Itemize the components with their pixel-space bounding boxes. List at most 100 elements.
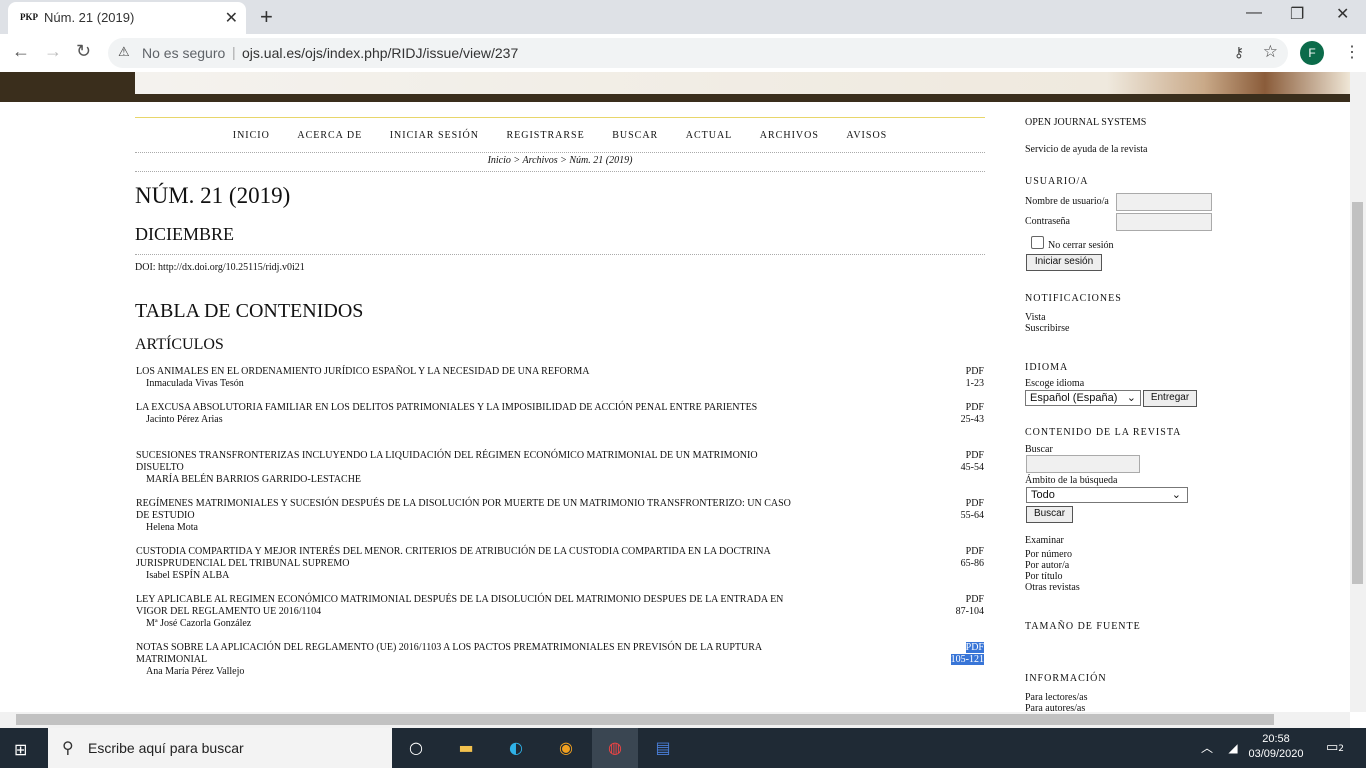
login-button[interactable]: Iniciar sesión bbox=[1026, 254, 1102, 271]
search-icon: ⚲ bbox=[62, 738, 74, 757]
close-window-icon[interactable]: ✕ bbox=[1336, 4, 1349, 24]
address-bar[interactable]: ⚠ No es seguro | ojs.ual.es/ojs/index.ph… bbox=[108, 38, 1288, 68]
new-tab-icon[interactable]: + bbox=[260, 4, 273, 30]
reload-icon[interactable]: ↻ bbox=[76, 41, 91, 62]
menu-item-acerca-de[interactable]: ACERCA DE bbox=[297, 130, 362, 141]
notifications-view-link[interactable]: Vista bbox=[1025, 312, 1046, 323]
pdf-link[interactable]: PDF bbox=[965, 642, 984, 653]
ojs-link[interactable]: OPEN JOURNAL SYSTEMS bbox=[1025, 117, 1146, 128]
article-author: MARÍA BELÉN BARRIOS GARRIDO-LESTACHE bbox=[146, 474, 362, 485]
pdf-link[interactable]: PDF bbox=[966, 366, 984, 378]
article-title[interactable]: Sucesiones transfronterizas incluyendo l… bbox=[136, 450, 796, 474]
windows-start-icon[interactable]: ⊞ bbox=[14, 740, 27, 759]
other-journals-link[interactable]: Otras revistas bbox=[1025, 582, 1080, 593]
browse-by-author-link[interactable]: Por autor/a bbox=[1025, 560, 1069, 571]
menu-item-archivos[interactable]: ARCHIVOS bbox=[760, 130, 819, 141]
menu-kebab-icon[interactable]: ⋮ bbox=[1344, 42, 1360, 62]
article-pages: 45-54 bbox=[960, 462, 984, 473]
menu-item-iniciar-sesion[interactable]: INICIAR SESIÓN bbox=[390, 130, 479, 141]
word-icon[interactable]: ▤ bbox=[650, 736, 676, 760]
article-title[interactable]: Los animales en el ordenamiento jurídico… bbox=[136, 366, 796, 378]
search-label: Buscar bbox=[1025, 444, 1053, 455]
security-label[interactable]: No es seguro bbox=[142, 45, 225, 61]
browse-by-issue-link[interactable]: Por número bbox=[1025, 549, 1072, 560]
url-text[interactable]: ojs.ual.es/ojs/index.php/RIDJ/issue/view… bbox=[242, 45, 518, 61]
close-tab-icon[interactable]: ✕ bbox=[225, 8, 238, 28]
taskbar-search[interactable]: ⚲ Escribe aquí para buscar bbox=[48, 728, 392, 768]
issue-subtitle: DICIEMBRE bbox=[135, 224, 234, 244]
article-title[interactable]: Ley aplicable al regimen económico matri… bbox=[136, 594, 796, 618]
remember-label: No cerrar sesión bbox=[1048, 240, 1114, 251]
menu-item-avisos[interactable]: AVISOS bbox=[846, 130, 887, 141]
menu-item-buscar[interactable]: BUSCAR bbox=[612, 130, 658, 141]
issue-title: NÚM. 21 (2019) bbox=[135, 183, 291, 208]
file-explorer-icon[interactable]: ▬ bbox=[453, 736, 479, 760]
password-input[interactable] bbox=[1116, 213, 1212, 231]
language-value: Español (España) bbox=[1030, 392, 1118, 404]
article-item: Los animales en el ordenamiento jurídico… bbox=[136, 366, 986, 390]
main-menu: INICIO ACERCA DE INICIAR SESIÓN REGISTRA… bbox=[135, 130, 985, 141]
notifications-icon[interactable]: ▭2 bbox=[1322, 736, 1348, 760]
profile-avatar[interactable]: F bbox=[1300, 41, 1324, 65]
clock[interactable]: 20:58 03/09/2020 bbox=[1248, 732, 1304, 762]
menu-item-inicio[interactable]: INICIO bbox=[233, 130, 270, 141]
breadcrumb[interactable]: Inicio > Archivos > Núm. 21 (2019) bbox=[135, 155, 985, 166]
minimize-icon[interactable]: — bbox=[1246, 4, 1262, 22]
search-button[interactable]: Buscar bbox=[1026, 506, 1073, 523]
network-icon[interactable]: ◢ bbox=[1220, 736, 1246, 760]
article-pages: 1-23 bbox=[965, 378, 984, 389]
scope-select[interactable]: Todo ⌄ bbox=[1026, 487, 1188, 503]
article-title[interactable]: Notas sobre la aplicación del Reglamento… bbox=[136, 642, 796, 666]
info-readers-link[interactable]: Para lectores/as bbox=[1025, 692, 1087, 703]
language-select[interactable]: Español (España) ⌄ bbox=[1025, 390, 1141, 406]
forward-icon[interactable]: → bbox=[44, 41, 62, 62]
pkp-favicon-icon: PKP bbox=[20, 12, 38, 22]
edge-icon[interactable]: ◐ bbox=[503, 736, 529, 760]
divider bbox=[135, 254, 985, 255]
chrome-icon[interactable]: ◍ bbox=[592, 728, 638, 768]
font-size-heading: TAMAÑO DE FUENTE bbox=[1025, 621, 1141, 632]
article-author: Ana María Pérez Vallejo bbox=[146, 666, 245, 677]
article-title[interactable]: La excusa absolutoria familiar en los de… bbox=[136, 402, 796, 414]
task-view-icon[interactable]: ○ bbox=[403, 736, 429, 760]
scope-value: Todo bbox=[1031, 489, 1055, 501]
info-authors-link[interactable]: Para autores/as bbox=[1025, 703, 1085, 712]
menu-item-registrarse[interactable]: REGISTRARSE bbox=[506, 130, 584, 141]
article-title[interactable]: Custodia compartida y mejor interés del … bbox=[136, 546, 796, 570]
bookmark-star-icon[interactable]: ☆ bbox=[1263, 42, 1278, 62]
horizontal-scroll-thumb[interactable] bbox=[16, 714, 1274, 725]
article-title[interactable]: Regímenes matrimoniales y sucesión despu… bbox=[136, 498, 796, 522]
tray-chevron-icon[interactable]: ︿ bbox=[1194, 736, 1220, 760]
restore-icon[interactable]: ❐ bbox=[1290, 4, 1304, 24]
pdf-link[interactable]: PDF bbox=[956, 594, 984, 606]
pdf-link[interactable]: PDF bbox=[961, 498, 984, 510]
pdf-link[interactable]: PDF bbox=[961, 546, 984, 558]
browser-tab[interactable]: PKP Núm. 21 (2019) ✕ bbox=[8, 2, 246, 34]
pdf-link[interactable]: PDF bbox=[961, 450, 984, 462]
language-submit-button[interactable]: Entregar bbox=[1143, 390, 1197, 407]
separator: | bbox=[232, 44, 236, 60]
page-viewport: INICIO ACERCA DE INICIAR SESIÓN REGISTRA… bbox=[0, 72, 1350, 712]
help-link[interactable]: Servicio de ayuda de la revista bbox=[1025, 144, 1147, 155]
article-pages: 65-86 bbox=[960, 558, 984, 569]
remember-checkbox[interactable] bbox=[1031, 236, 1044, 249]
pdf-link[interactable]: PDF bbox=[961, 402, 984, 414]
chevron-down-icon: ⌄ bbox=[1126, 392, 1136, 404]
language-heading: IDIOMA bbox=[1025, 362, 1069, 373]
brave-icon[interactable]: ◉ bbox=[553, 736, 579, 760]
divider bbox=[135, 152, 985, 153]
journal-content-heading: CONTENIDO DE LA REVISTA bbox=[1025, 427, 1182, 438]
article-pages: 87-104 bbox=[955, 606, 984, 617]
browse-label: Examinar bbox=[1025, 535, 1064, 546]
warning-icon[interactable]: ⚠ bbox=[118, 44, 130, 60]
notifications-subscribe-link[interactable]: Suscribirse bbox=[1025, 323, 1069, 334]
back-icon[interactable]: ← bbox=[12, 41, 30, 62]
search-input[interactable] bbox=[1026, 455, 1140, 473]
browser-toolbar: ← → ↻ ⚠ No es seguro | ojs.ual.es/ojs/in… bbox=[0, 34, 1366, 73]
menu-item-actual[interactable]: ACTUAL bbox=[686, 130, 733, 141]
browse-by-title-link[interactable]: Por título bbox=[1025, 571, 1063, 582]
vertical-scroll-thumb[interactable] bbox=[1352, 202, 1363, 584]
chevron-down-icon: ⌄ bbox=[1171, 489, 1181, 501]
username-input[interactable] bbox=[1116, 193, 1212, 211]
key-icon[interactable]: ⚷ bbox=[1234, 44, 1244, 61]
